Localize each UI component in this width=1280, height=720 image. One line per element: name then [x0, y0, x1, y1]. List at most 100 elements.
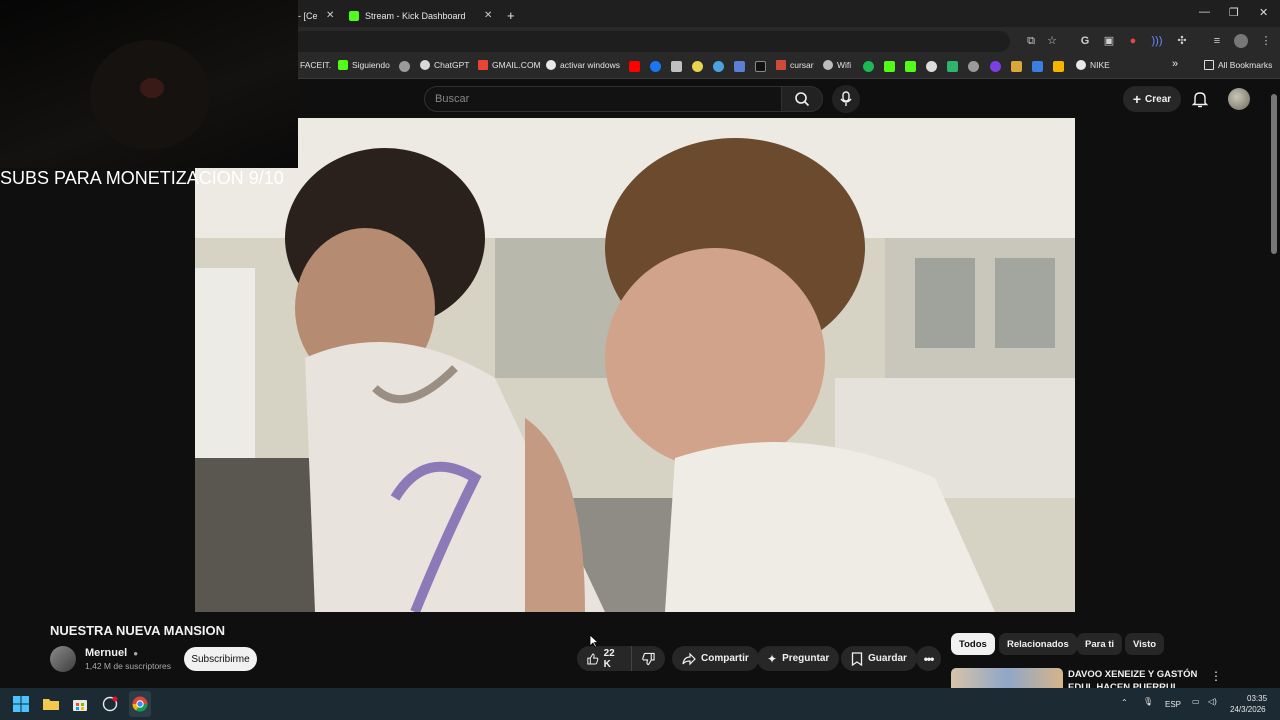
- mic-tray-icon[interactable]: 🎙: [1143, 697, 1153, 706]
- save-button[interactable]: Guardar: [841, 646, 917, 671]
- canva-icon[interactable]: [990, 61, 1001, 72]
- bookmark-activar-windows[interactable]: activar windows: [546, 60, 620, 70]
- facebook-icon[interactable]: [650, 61, 661, 72]
- mic-icon: [840, 91, 852, 106]
- chatgpt-icon: [420, 60, 430, 70]
- close-icon[interactable]: ✕: [484, 10, 492, 21]
- chrome-icon[interactable]: [132, 696, 148, 712]
- share-button[interactable]: Compartir: [672, 646, 759, 671]
- scrollbar[interactable]: [1268, 82, 1280, 687]
- channel-name-text: Mernuel: [85, 647, 128, 659]
- channel-avatar[interactable]: [50, 646, 76, 672]
- kick-icon[interactable]: [884, 61, 895, 72]
- account-avatar[interactable]: [1228, 88, 1250, 110]
- windows-taskbar: ⌃ 🎙 ESP ▭ ◁) 03:35 24/3/2026: [0, 688, 1280, 720]
- close-window-icon[interactable]: ✕: [1259, 6, 1268, 19]
- bookmark-siguiendo[interactable]: Siguiendo: [338, 60, 390, 70]
- kick-icon: [338, 60, 348, 70]
- voice-search-button[interactable]: [832, 85, 860, 113]
- file-explorer-icon[interactable]: [43, 696, 59, 712]
- app-icon[interactable]: [102, 696, 118, 712]
- store-icon[interactable]: [72, 696, 88, 712]
- subscribe-button[interactable]: Subscribirme: [184, 647, 257, 671]
- webcam-feed: [90, 40, 210, 150]
- bookmark-icon[interactable]: [968, 61, 979, 72]
- bookmark-wifi[interactable]: Wifi: [823, 60, 851, 70]
- bookmark-icon[interactable]: [1011, 61, 1022, 72]
- extension-red-icon[interactable]: ●: [1126, 34, 1140, 48]
- bookmark-icon[interactable]: [926, 61, 937, 72]
- bookmark-icon[interactable]: [692, 61, 703, 72]
- like-button[interactable]: 22 K: [577, 646, 631, 671]
- video-player[interactable]: [195, 118, 1075, 612]
- scrollbar-thumb[interactable]: [1271, 94, 1277, 254]
- shield-icon[interactable]: [671, 61, 682, 72]
- windows-start-icon[interactable]: [13, 696, 29, 712]
- bookmark-faceit[interactable]: FACEIT.: [300, 60, 331, 70]
- search-input[interactable]: Buscar: [424, 86, 782, 112]
- like-count: 22 K: [603, 647, 615, 670]
- kick-icon[interactable]: [905, 61, 916, 72]
- chip-para-ti[interactable]: Para ti: [1077, 633, 1123, 655]
- bookmark-icon[interactable]: [399, 61, 410, 72]
- menu-icon[interactable]: ⋮: [1259, 34, 1273, 48]
- share-icon: [682, 652, 696, 665]
- language-indicator[interactable]: ESP: [1165, 700, 1181, 709]
- star-icon[interactable]: ☆: [1045, 34, 1059, 48]
- spotify-icon[interactable]: [863, 61, 874, 72]
- puzzle-icon[interactable]: ✣: [1175, 34, 1189, 48]
- channel-name[interactable]: Mernuel ●: [85, 647, 138, 659]
- thumbs-up-icon: [587, 653, 599, 664]
- recommendation-thumbnail[interactable]: [951, 668, 1063, 688]
- dislike-button[interactable]: [631, 646, 665, 671]
- bookmark-nike[interactable]: NIKE: [1076, 60, 1110, 70]
- minimize-icon[interactable]: —: [1199, 6, 1210, 18]
- ask-button[interactable]: ✦ Preguntar: [757, 646, 840, 671]
- chevron-up-icon[interactable]: ⌃: [1121, 698, 1128, 707]
- all-bookmarks[interactable]: All Bookmarks: [1204, 60, 1272, 70]
- more-bookmarks-icon[interactable]: »: [1172, 58, 1178, 70]
- network-icon[interactable]: ▭: [1192, 697, 1200, 706]
- bookmark-icon[interactable]: [1032, 61, 1043, 72]
- subscriber-count: 1,42 M de suscriptores: [85, 661, 171, 671]
- chip-visto[interactable]: Visto: [1125, 633, 1165, 655]
- extension-icon[interactable]: ▣: [1102, 34, 1116, 48]
- install-icon[interactable]: ⧉: [1024, 34, 1038, 48]
- recommendation-title[interactable]: DAVOO XENEIZE Y GASTÓN EDUL HACEN PUERRU…: [1068, 668, 1198, 688]
- restore-icon[interactable]: ❐: [1229, 6, 1239, 19]
- chip-relacionados[interactable]: Relacionados: [999, 633, 1077, 655]
- bookmark-cursar[interactable]: cursar: [776, 60, 814, 70]
- x-icon[interactable]: [755, 61, 766, 72]
- tab-label: Stream - Kick Dashboard: [365, 10, 466, 21]
- more-actions-button[interactable]: •••: [916, 646, 941, 671]
- video-frame: [195, 118, 1075, 612]
- close-icon[interactable]: ✕: [326, 10, 334, 21]
- profile-icon[interactable]: [1234, 34, 1248, 48]
- sparkle-icon: ✦: [767, 651, 778, 666]
- extension-audio-icon[interactable]: ))): [1150, 34, 1164, 48]
- tab-search-icon[interactable]: ≡: [1210, 34, 1224, 48]
- tab-ce[interactable]: - [Ce ✕: [298, 4, 338, 27]
- extension-g-icon[interactable]: G: [1078, 34, 1092, 48]
- drive-icon[interactable]: [1053, 61, 1064, 72]
- chip-todos[interactable]: Todos: [951, 633, 995, 655]
- create-label: Crear: [1145, 93, 1172, 105]
- bookmark-chatgpt[interactable]: ChatGPT: [420, 60, 469, 70]
- clock-date[interactable]: 24/3/2026: [1230, 705, 1266, 714]
- create-button[interactable]: + Crear: [1123, 86, 1181, 112]
- bookmark-gmail[interactable]: GMAIL.COM: [478, 60, 541, 70]
- verified-icon: ●: [133, 649, 139, 658]
- mouse-cursor: [589, 634, 599, 648]
- omnibox[interactable]: [290, 31, 1010, 52]
- tab-kick-dashboard[interactable]: Stream - Kick Dashboard ✕: [349, 4, 499, 27]
- youtube-icon[interactable]: [629, 61, 640, 72]
- new-tab-button[interactable]: +: [507, 4, 515, 27]
- bookmark-icon[interactable]: [947, 61, 958, 72]
- more-vertical-icon[interactable]: ⋮: [1210, 669, 1222, 683]
- volume-icon[interactable]: ◁): [1208, 697, 1217, 706]
- notifications-button[interactable]: [1192, 90, 1208, 108]
- search-button[interactable]: [781, 86, 823, 112]
- bookmark-icon[interactable]: [713, 61, 724, 72]
- bookmark-icon[interactable]: [734, 61, 745, 72]
- clock-time[interactable]: 03:35: [1247, 694, 1267, 703]
